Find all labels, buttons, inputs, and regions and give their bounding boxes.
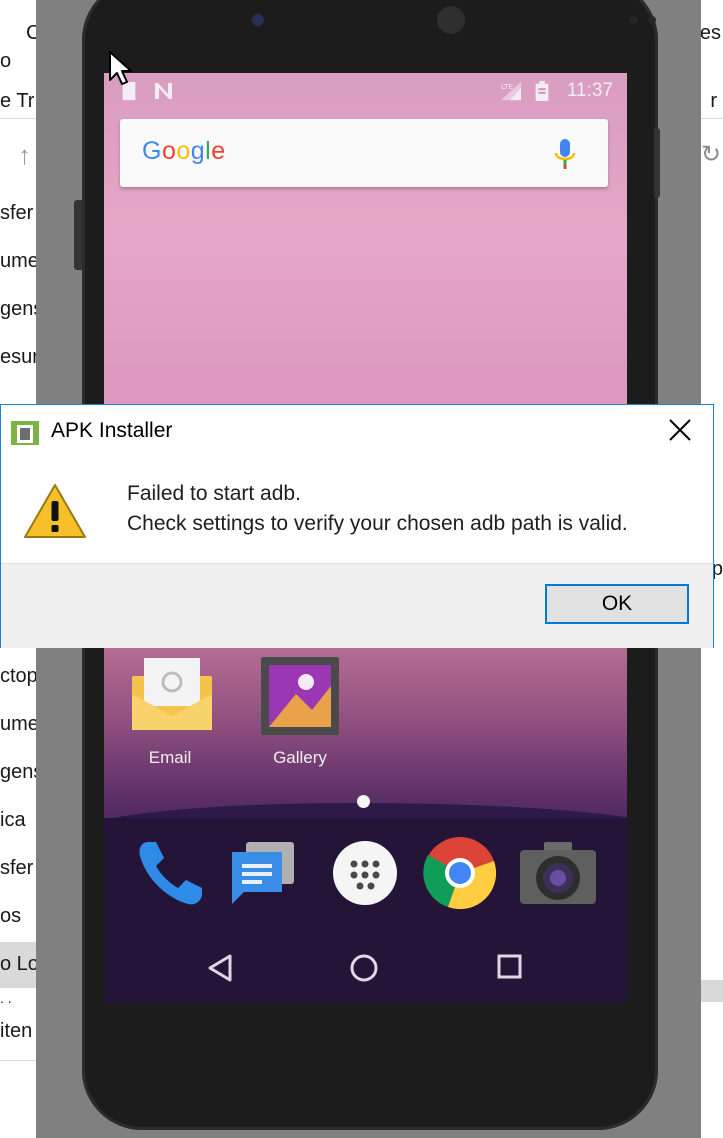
bg-nav-item[interactable]: ume bbox=[0, 713, 39, 736]
google-logo: Google bbox=[142, 137, 226, 165]
close-button[interactable] bbox=[645, 405, 715, 455]
gallery-icon bbox=[261, 657, 339, 735]
volume-button[interactable] bbox=[74, 200, 82, 270]
dialog-message-line1: Failed to start adb. bbox=[127, 482, 301, 505]
bg-nav-item[interactable]: ctop bbox=[0, 665, 38, 688]
bg-nav-item[interactable]: o Lo bbox=[0, 953, 39, 976]
dialog-title: APK Installer bbox=[51, 419, 173, 442]
email-app[interactable]: Email bbox=[130, 656, 214, 767]
mouse-cursor-icon bbox=[109, 51, 132, 85]
apk-installer-dialog: APK Installer Failed to start adb. Check… bbox=[0, 404, 714, 648]
bg-text: r bbox=[710, 90, 717, 112]
bg-text: es bbox=[699, 22, 721, 44]
gallery-label: Gallery bbox=[273, 748, 327, 767]
proximity-sensor bbox=[630, 16, 638, 24]
dialog-footer: OK bbox=[1, 563, 713, 648]
bg-nav-item[interactable]: ume bbox=[0, 250, 39, 273]
bg-status-text: iten bbox=[0, 1020, 33, 1042]
dialog-message-line2: Check settings to verify your chosen adb… bbox=[127, 512, 628, 535]
recents-icon[interactable] bbox=[497, 953, 523, 981]
notification-n-icon bbox=[155, 83, 172, 99]
app-drawer-icon[interactable] bbox=[330, 838, 400, 908]
phone-icon[interactable] bbox=[136, 838, 206, 908]
bg-divider bbox=[701, 118, 723, 119]
home-icon[interactable] bbox=[349, 953, 379, 983]
email-label: Email bbox=[148, 748, 192, 767]
bg-divider bbox=[0, 1060, 36, 1061]
bg-text: o bbox=[0, 50, 12, 72]
bg-nav-item[interactable]: sfer bbox=[0, 857, 33, 880]
messages-icon[interactable] bbox=[228, 838, 298, 908]
svg-text:LTE: LTE bbox=[501, 82, 513, 91]
bg-text: . . bbox=[0, 990, 12, 1006]
up-arrow-icon: ↑ bbox=[18, 140, 31, 170]
bg-selected-row bbox=[701, 980, 723, 1002]
battery-icon bbox=[535, 81, 549, 101]
chrome-icon[interactable] bbox=[422, 835, 498, 911]
email-icon bbox=[132, 658, 212, 730]
gallery-app[interactable]: Gallery bbox=[260, 656, 340, 767]
earpiece-speaker bbox=[437, 6, 465, 34]
status-time: 11:37 bbox=[566, 80, 613, 101]
status-bar: LTE 11:37 bbox=[104, 73, 627, 109]
microphone-icon[interactable] bbox=[552, 137, 578, 171]
google-search-bar[interactable]: Google bbox=[120, 119, 608, 187]
light-sensor bbox=[648, 16, 656, 24]
ok-button[interactable]: OK bbox=[545, 584, 689, 624]
camera-icon[interactable] bbox=[518, 838, 598, 908]
bg-nav-item[interactable]: sfer bbox=[0, 202, 33, 225]
power-button[interactable] bbox=[654, 128, 660, 198]
page-indicator bbox=[357, 795, 370, 808]
back-icon[interactable] bbox=[206, 953, 234, 983]
close-icon bbox=[669, 419, 691, 441]
refresh-icon[interactable]: ↻ bbox=[701, 140, 721, 169]
front-camera bbox=[252, 14, 264, 26]
signal-icon: LTE bbox=[501, 81, 521, 101]
apk-installer-app-icon bbox=[11, 421, 39, 445]
bg-nav-item[interactable]: esur bbox=[0, 346, 39, 369]
warning-icon bbox=[24, 484, 86, 538]
bg-text: e Tr bbox=[0, 90, 35, 112]
bg-divider bbox=[0, 118, 36, 119]
bg-nav-item[interactable]: ica bbox=[0, 809, 26, 832]
bg-nav-item[interactable]: os bbox=[0, 905, 21, 928]
